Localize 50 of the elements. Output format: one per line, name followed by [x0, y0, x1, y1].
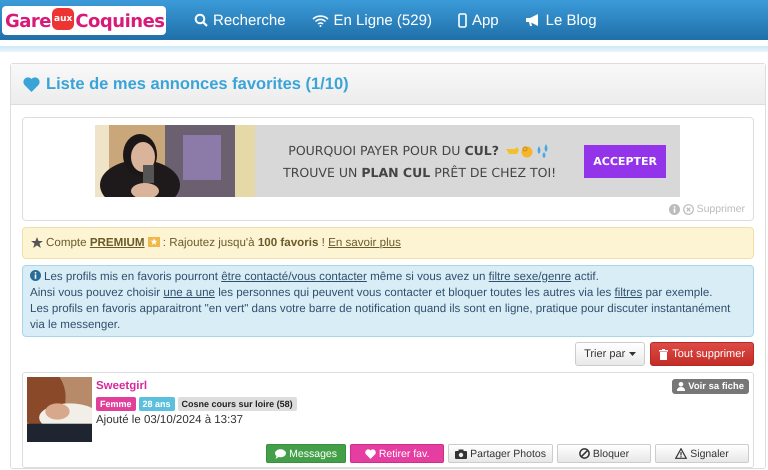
camera-icon [455, 448, 468, 458]
warning-icon [675, 448, 688, 459]
info-icon [30, 270, 41, 281]
unfav-button[interactable]: Retirer fav. [350, 444, 444, 463]
info-link[interactable]: une a une [163, 286, 215, 299]
accept-button[interactable]: ACCEPTER [584, 144, 666, 178]
search-icon [194, 13, 208, 27]
premium-badge-icon [148, 237, 160, 247]
nav-link[interactable]: Recherche [194, 12, 286, 28]
info-link[interactable]: filtres [614, 286, 642, 299]
report-button[interactable]: Signaler [655, 444, 749, 463]
info-text: Les profils mis en favoris pourront être contacté/vous contacter même si vous avez un filtre sexe/genre actif. [30, 269, 747, 285]
messages-button[interactable]: Messages [266, 444, 346, 463]
photos-button[interactable]: Partager Photos [448, 444, 553, 463]
trash-icon [659, 348, 668, 360]
close-icon[interactable] [682, 204, 694, 214]
premium-link[interactable]: PREMIUM [90, 236, 145, 249]
info-icon[interactable] [668, 204, 680, 214]
premium-text: Compte PREMIUM : Rajoutez jusqu'à 100 favoris ! En savoir plus [46, 235, 401, 251]
profile-tag: Cosne cours sur loire (58) [178, 397, 297, 411]
profile-tag: Femme [96, 397, 136, 411]
chat-icon [275, 448, 286, 458]
caret-icon [629, 352, 636, 356]
nav-link[interactable]: App [458, 12, 499, 28]
ad-headline: POURQUOI PAYER POUR DU CUL? [288, 143, 499, 158]
learn-more-link[interactable]: En savoir plus [328, 236, 401, 249]
profile-name-link[interactable]: Sweetgirl [96, 380, 148, 392]
sort-button[interactable]: Trier par [575, 342, 646, 366]
profile-tag: 28 ans [138, 397, 175, 411]
info-link[interactable]: être contacté/vous contacter [221, 270, 367, 283]
user-icon [677, 382, 686, 391]
view-profile-button[interactable]: Voir sa fiche [672, 379, 749, 394]
nav-link[interactable]: Le Blog [524, 12, 597, 28]
ad-subline: TROUVE UN PLAN CUL PRÊT DE CHEZ TOI! [283, 164, 556, 180]
block-icon [578, 448, 590, 459]
megaphone-icon [524, 13, 541, 27]
ad-banner[interactable]: POURQUOI PAYER POUR DU CUL? TROUVE UN PLAN CUL PRÊT DE CHEZ TOI! ACCEPTER [95, 125, 680, 197]
info-text: Ainsi vous pouvez choisir une a une les personnes qui peuvent vous contacter et bloquer toutes les autres via les filtres par exemple. [30, 285, 714, 301]
panel-title: Liste de mes annonces favorites (1/10) [46, 74, 349, 94]
star-icon [31, 237, 43, 249]
info-link[interactable]: filtre sexe/genre [488, 270, 572, 283]
info-text: Les profils en favoris apparaitront "en vert" dans votre barre de notification quand ils sont en ligne, pratique pour discuter instantanément via le messenger. [30, 301, 732, 333]
added-date: Ajouté le 03/10/2024 à 13:37 [96, 414, 244, 426]
heart-icon [23, 76, 40, 92]
phone-icon [458, 12, 467, 28]
block-button[interactable]: Bloquer [557, 444, 651, 463]
wifi-icon [312, 14, 329, 26]
nav-link[interactable]: En Ligne (529) [312, 12, 432, 28]
heart-icon [364, 448, 376, 458]
delete-all-button[interactable]: Tout supprimer [650, 342, 754, 366]
